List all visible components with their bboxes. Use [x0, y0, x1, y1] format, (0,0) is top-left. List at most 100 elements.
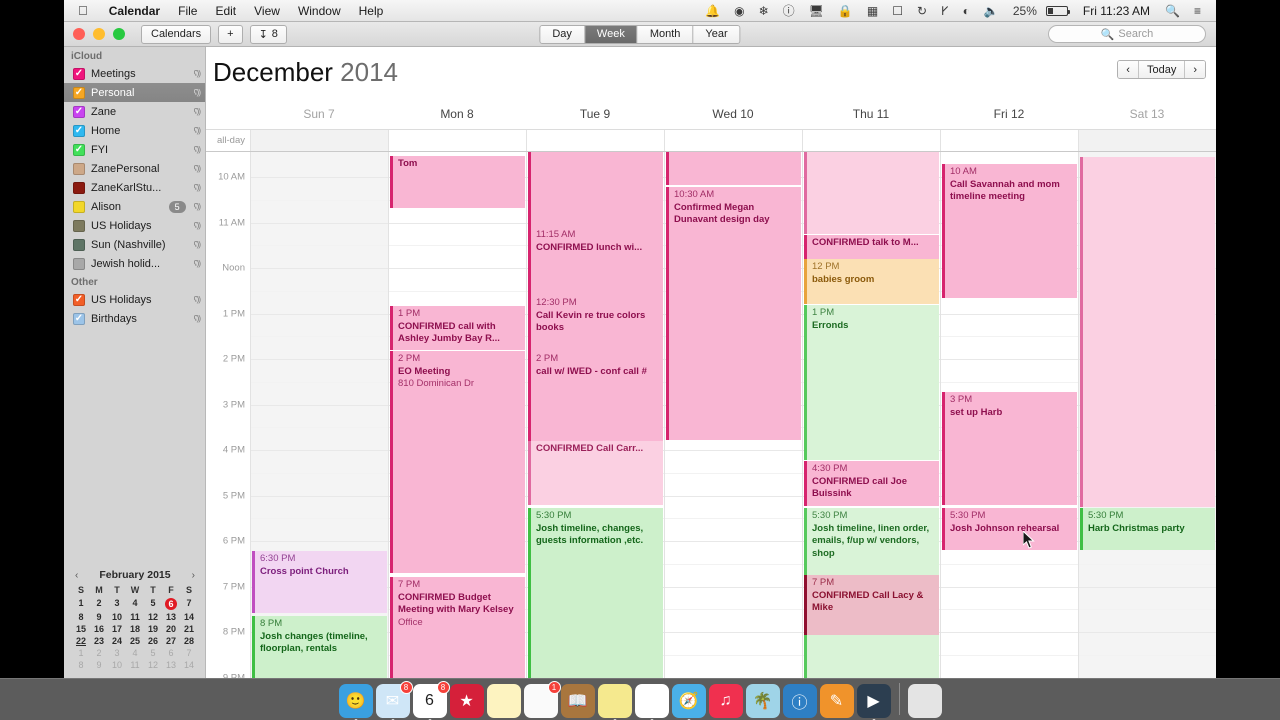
- minical-day[interactable]: 27: [162, 636, 180, 646]
- calendar-checkbox[interactable]: [73, 162, 85, 175]
- calendar-event[interactable]: 10 AM Call Savannah and mom timeline meet…: [942, 164, 1077, 298]
- sidebar-item-fyi[interactable]: ✓ FYI ʕ)): [64, 140, 205, 159]
- calendar-event[interactable]: 5:30 PM Harb Christmas party: [1080, 508, 1215, 550]
- broadcast-icon[interactable]: ʕ)): [194, 221, 201, 230]
- record-icon[interactable]: ◉: [727, 4, 751, 18]
- dock-icon-quicktime[interactable]: ▶: [856, 684, 891, 720]
- sidebar-item-us-holidays[interactable]: ✓ US Holidays ʕ)): [64, 290, 205, 309]
- calendar-event[interactable]: 2 PM EO Meeting 810 Dominican Dr: [390, 351, 525, 573]
- minical-day[interactable]: 14: [180, 660, 198, 670]
- dock-icon-trash[interactable]: [907, 684, 942, 718]
- minical-day[interactable]: 22: [72, 636, 90, 646]
- calendar-checkbox[interactable]: ✓: [73, 67, 85, 80]
- battery-percent[interactable]: 25%: [1006, 4, 1039, 18]
- battery-icon[interactable]: [1039, 5, 1075, 16]
- sidebar-item-alison[interactable]: Alison 5 ʕ)): [64, 197, 205, 216]
- calendar-checkbox[interactable]: ✓: [73, 124, 85, 137]
- minical-day[interactable]: 16: [90, 624, 108, 634]
- day-column-1[interactable]: Tom 1 PM CONFIRMED call with Ashley Jumby …: [388, 152, 526, 678]
- minical-day[interactable]: 20: [162, 624, 180, 634]
- minical-day[interactable]: 12: [144, 660, 162, 670]
- menu-bar-clock[interactable]: Fri 11:23 AM: [1075, 4, 1158, 18]
- minical-next-button[interactable]: ›: [192, 570, 195, 581]
- calendar-event[interactable]: 1 PM CONFIRMED call with Ashley Jumby Bay…: [390, 306, 525, 350]
- minical-today[interactable]: 6: [165, 598, 177, 610]
- broadcast-icon[interactable]: ʕ)): [194, 107, 201, 116]
- sidebar-item-meetings[interactable]: ✓ Meetings ʕ)): [64, 64, 205, 83]
- dropbox-icon[interactable]: ❄: [752, 4, 776, 18]
- calendar-event[interactable]: 5:30 PM Josh timeline, changes, guests in…: [528, 508, 663, 678]
- search-field[interactable]: 🔍 Search: [1048, 25, 1206, 43]
- calendar-event[interactable]: Tom: [390, 156, 525, 208]
- broadcast-icon[interactable]: ʕ)): [194, 314, 201, 323]
- calendar-checkbox[interactable]: ✓: [73, 86, 85, 99]
- bluetooth-icon[interactable]: 𐌖: [934, 4, 956, 18]
- menu-item-file[interactable]: File: [169, 4, 206, 18]
- calendar-event[interactable]: 5:30 PM Josh Johnson rehearsal: [942, 508, 1077, 550]
- calendar-event[interactable]: 8 PM Josh changes (timeline, floorplan, r…: [252, 616, 387, 678]
- day-header-3[interactable]: Wed 10: [664, 107, 802, 129]
- minical-day[interactable]: 1: [72, 598, 90, 610]
- minical-day[interactable]: 13: [162, 660, 180, 670]
- display-icon[interactable]: 🖥: [802, 4, 831, 18]
- minical-day[interactable]: 19: [144, 624, 162, 634]
- broadcast-icon[interactable]: ʕ)): [194, 259, 201, 268]
- calendar-event[interactable]: 7 PM CONFIRMED Call Lacy & Mike: [804, 575, 939, 635]
- day-column-3[interactable]: 10:30 AM Confirmed Megan Dunavant design …: [664, 152, 802, 678]
- dock-icon-notes[interactable]: [486, 684, 521, 718]
- day-column-0[interactable]: 6:30 PM Cross point Church 8 PM Josh change…: [250, 152, 388, 678]
- minical-day[interactable]: 10: [108, 612, 126, 622]
- menu-item-calendar[interactable]: Calendar: [100, 4, 169, 18]
- calendar-checkbox[interactable]: [73, 257, 85, 270]
- all-day-cell-4[interactable]: [802, 130, 940, 151]
- menu-item-window[interactable]: Window: [289, 4, 350, 18]
- minical-day[interactable]: 10: [108, 660, 126, 670]
- minical-day[interactable]: 8: [72, 660, 90, 670]
- dock-icon-stickies[interactable]: [597, 684, 632, 720]
- minical-day[interactable]: 15: [72, 624, 90, 634]
- all-day-cell-2[interactable]: [526, 130, 664, 151]
- minical-day[interactable]: 6: [162, 648, 180, 658]
- minical-day[interactable]: 8: [72, 612, 90, 622]
- view-month[interactable]: Month: [637, 25, 694, 43]
- date-navigation[interactable]: ‹ Today ›: [1117, 60, 1206, 79]
- sidebar-item-zane[interactable]: ✓ Zane ʕ)): [64, 102, 205, 121]
- day-column-4[interactable]: CONFIRMED talk to M... 12 PM babies groom 1…: [802, 152, 940, 678]
- airplay-icon[interactable]: ☐: [885, 4, 910, 18]
- calendar-checkbox[interactable]: [73, 238, 85, 251]
- minical-day[interactable]: 28: [180, 636, 198, 646]
- minical-day[interactable]: 1: [72, 648, 90, 658]
- menu-item-help[interactable]: Help: [350, 4, 393, 18]
- calendar-event[interactable]: [666, 152, 801, 185]
- dock-icon-wunderlist[interactable]: ★: [449, 684, 484, 718]
- dock-icon-1password[interactable]: ⓘ: [782, 684, 817, 718]
- sidebar-item-birthdays[interactable]: ✓ Birthdays ʕ)): [64, 309, 205, 328]
- day-column-2[interactable]: 11:15 AM CONFIRMED lunch wi... 12:30 PM Cal…: [526, 152, 664, 678]
- view-day[interactable]: Day: [540, 25, 585, 43]
- minical-day[interactable]: 17: [108, 624, 126, 634]
- minical-day[interactable]: 14: [180, 612, 198, 622]
- calendar-checkbox[interactable]: ✓: [73, 143, 85, 156]
- day-column-6[interactable]: 5:30 PM Harb Christmas party: [1078, 152, 1216, 678]
- calendar-event[interactable]: 7 PM CONFIRMED Budget Meeting with Mary K…: [390, 577, 525, 678]
- zoom-button[interactable]: [113, 28, 125, 40]
- minical-day[interactable]: 11: [126, 660, 144, 670]
- minical-day[interactable]: 26: [144, 636, 162, 646]
- minical-day[interactable]: 24: [108, 636, 126, 646]
- calendar-event[interactable]: 2 PM call w/ IWED - conf call #: [528, 351, 663, 441]
- sidebar-item-zanekarlstu[interactable]: ZaneKarlStu... ʕ)): [64, 178, 205, 197]
- broadcast-icon[interactable]: ʕ)): [194, 240, 201, 249]
- volume-icon[interactable]: 🔈: [977, 4, 1006, 18]
- day-header-2[interactable]: Tue 9: [526, 107, 664, 129]
- calendar-event[interactable]: [528, 152, 663, 227]
- sidebar-item-us-holidays[interactable]: US Holidays ʕ)): [64, 216, 205, 235]
- broadcast-icon[interactable]: ʕ)): [194, 164, 201, 173]
- day-header-6[interactable]: Sat 13: [1078, 107, 1216, 129]
- broadcast-icon[interactable]: ʕ)): [194, 295, 201, 304]
- dock-icon-calendar[interactable]: 68: [412, 681, 450, 720]
- menu-item-edit[interactable]: Edit: [206, 4, 245, 18]
- next-week-button[interactable]: ›: [1185, 61, 1205, 78]
- view-year[interactable]: Year: [693, 25, 740, 43]
- dock-icon-photos[interactable]: 🌴: [745, 684, 780, 718]
- calendar-event[interactable]: CONFIRMED talk to M...: [804, 235, 939, 259]
